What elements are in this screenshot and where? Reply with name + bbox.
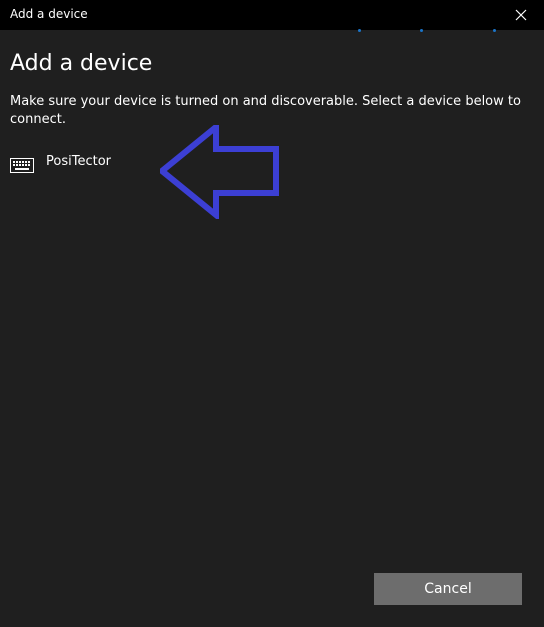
cancel-button[interactable]: Cancel <box>374 573 522 605</box>
page-title: Add a device <box>10 51 153 76</box>
window-title: Add a device <box>10 7 88 21</box>
add-device-window: Add a device Add a device Make sure your… <box>0 0 544 627</box>
progress-dot <box>358 29 361 32</box>
progress-dot <box>420 29 423 32</box>
close-icon <box>515 9 527 21</box>
left-arrow-annotation <box>160 125 279 219</box>
searching-progress-indicator <box>0 29 544 35</box>
instructions-text: Make sure your device is turned on and d… <box>10 94 521 127</box>
title-bar: Add a device <box>0 0 544 30</box>
progress-dot <box>493 29 496 32</box>
device-name: PosiTector <box>46 154 111 169</box>
device-list-item[interactable]: PosiTector <box>8 150 158 178</box>
close-button[interactable] <box>498 0 544 30</box>
keyboard-icon <box>10 158 34 173</box>
